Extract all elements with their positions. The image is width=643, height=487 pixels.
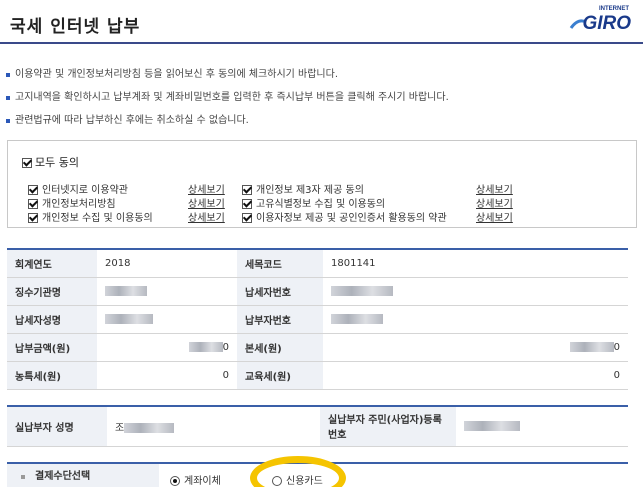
agree-privacy-collect-checkbox[interactable]: 개인정보 수집 및 이용동의 (28, 209, 153, 224)
agree-privacy-policy-checkbox[interactable]: 개인정보처리방침 (28, 195, 116, 210)
taxpayer-no-label: 납세자번호 (237, 277, 323, 306)
payment-no-label: 납부자번호 (237, 305, 323, 334)
checkbox-checked-icon[interactable] (28, 199, 38, 209)
logo-small-text: INTERNET (599, 6, 629, 12)
checkbox-checked-icon[interactable] (242, 185, 252, 195)
checkbox-checked-icon[interactable] (242, 213, 252, 223)
radio-selected-icon[interactable] (170, 476, 180, 486)
bullet-icon (21, 475, 25, 479)
fiscal-year-value: 2018 (97, 249, 237, 278)
payment-method-label: 결제수단선택 (7, 464, 159, 487)
taxpayer-no-value (323, 277, 628, 306)
tax-info-table: 회계연도 2018 세목코드 1801141 징수기관명 납세자번호 납세자성명… (7, 248, 628, 390)
payer-info-table: 실납부자 성명 조 실납부자 주민(사업자)등록번호 (7, 405, 628, 447)
table-row: 징수기관명 납세자번호 (7, 277, 628, 306)
collector-value (97, 277, 237, 306)
checkbox-checked-icon[interactable] (28, 213, 38, 223)
checkbox-checked-icon[interactable] (22, 158, 32, 168)
giro-logo: INTERNET GIRO (567, 6, 631, 36)
table-row: 농특세(원) 0 교육세(원) 0 (7, 361, 628, 390)
amount-label: 납부금액(원) (7, 333, 97, 362)
checkbox-checked-icon[interactable] (242, 199, 252, 209)
notice-item: 이용약관 및 개인정보처리방침 등을 읽어보신 후 동의에 체크하시기 바랍니다… (6, 68, 636, 91)
logo-main-text: GIRO (582, 13, 631, 34)
redacted-text (464, 420, 520, 431)
tax-code-label: 세목코드 (237, 249, 323, 278)
agree-all-checkbox[interactable]: 모두 동의 (22, 154, 79, 170)
rural-tax-value: 0 (97, 361, 237, 390)
edu-tax-value: 0 (323, 361, 628, 390)
certificate-detail-link[interactable]: 상세보기 (476, 209, 513, 224)
redacted-text (331, 285, 393, 296)
payer-name-value: 조 (107, 406, 320, 447)
bullet-icon (6, 73, 10, 77)
table-row: 회계연도 2018 세목코드 1801141 (7, 249, 628, 278)
third-party-detail-link[interactable]: 상세보기 (476, 181, 513, 196)
page-header: 국세 인터넷 납부 INTERNET GIRO (0, 0, 643, 44)
agree-all-label: 모두 동의 (35, 156, 79, 169)
payer-id-value (456, 406, 628, 447)
edu-tax-label: 교육세(원) (237, 361, 323, 390)
principal-label: 본세(원) (237, 333, 323, 362)
redacted-text (105, 285, 147, 296)
tax-code-value: 1801141 (323, 249, 628, 278)
agreement-box: 모두 동의 인터넷지로 이용약관 개인정보처리방침 개인정보 수집 및 이용동의… (7, 140, 637, 228)
table-row: 납부금액(원) 0 본세(원) 0 (7, 333, 628, 362)
agree-third-party-checkbox[interactable]: 개인정보 제3자 제공 동의 (242, 181, 364, 196)
terms-detail-link[interactable]: 상세보기 (188, 181, 225, 196)
privacy-policy-detail-link[interactable]: 상세보기 (188, 195, 225, 210)
fiscal-year-label: 회계연도 (7, 249, 97, 278)
redacted-text (124, 422, 175, 433)
taxpayer-name-label: 납세자성명 (7, 305, 97, 334)
checkbox-checked-icon[interactable] (28, 185, 38, 195)
payer-id-label: 실납부자 주민(사업자)등록번호 (320, 406, 456, 447)
privacy-collect-detail-link[interactable]: 상세보기 (188, 209, 225, 224)
notice-item: 관련법규에 따라 납부하신 후에는 취소하실 수 없습니다. (6, 114, 636, 137)
payment-no-value (323, 305, 628, 334)
rural-tax-label: 농특세(원) (7, 361, 97, 390)
agree-unique-id-checkbox[interactable]: 고유식별정보 수집 및 이용동의 (242, 195, 385, 210)
collector-label: 징수기관명 (7, 277, 97, 306)
redacted-text (188, 341, 223, 352)
notice-item: 고지내역을 확인하시고 납부계좌 및 계좌비밀번호를 입력한 후 즉시납부 버튼… (6, 91, 636, 114)
redacted-text (105, 313, 153, 324)
agree-terms-checkbox[interactable]: 인터넷지로 이용약관 (28, 181, 128, 196)
notice-list: 이용약관 및 개인정보처리방침 등을 읽어보신 후 동의에 체크하시기 바랍니다… (6, 68, 636, 137)
taxpayer-name-value (97, 305, 237, 334)
table-row: 납세자성명 납부자번호 (7, 305, 628, 334)
redacted-text (331, 313, 383, 324)
payer-name-label: 실납부자 성명 (7, 406, 107, 447)
amount-value: 0 (97, 333, 237, 362)
principal-value: 0 (323, 333, 628, 362)
yellow-highlight-circle (250, 456, 346, 487)
redacted-text (569, 341, 614, 352)
unique-id-detail-link[interactable]: 상세보기 (476, 195, 513, 210)
bullet-icon (6, 96, 10, 100)
table-row: 실납부자 성명 조 실납부자 주민(사업자)등록번호 (7, 406, 628, 447)
payment-option-account-transfer[interactable]: 계좌이체 (170, 472, 221, 487)
page-title: 국세 인터넷 납부 (10, 17, 141, 37)
bullet-icon (6, 119, 10, 123)
agree-certificate-checkbox[interactable]: 이용자정보 제공 및 공인인증서 활용동의 약관 (242, 209, 447, 224)
